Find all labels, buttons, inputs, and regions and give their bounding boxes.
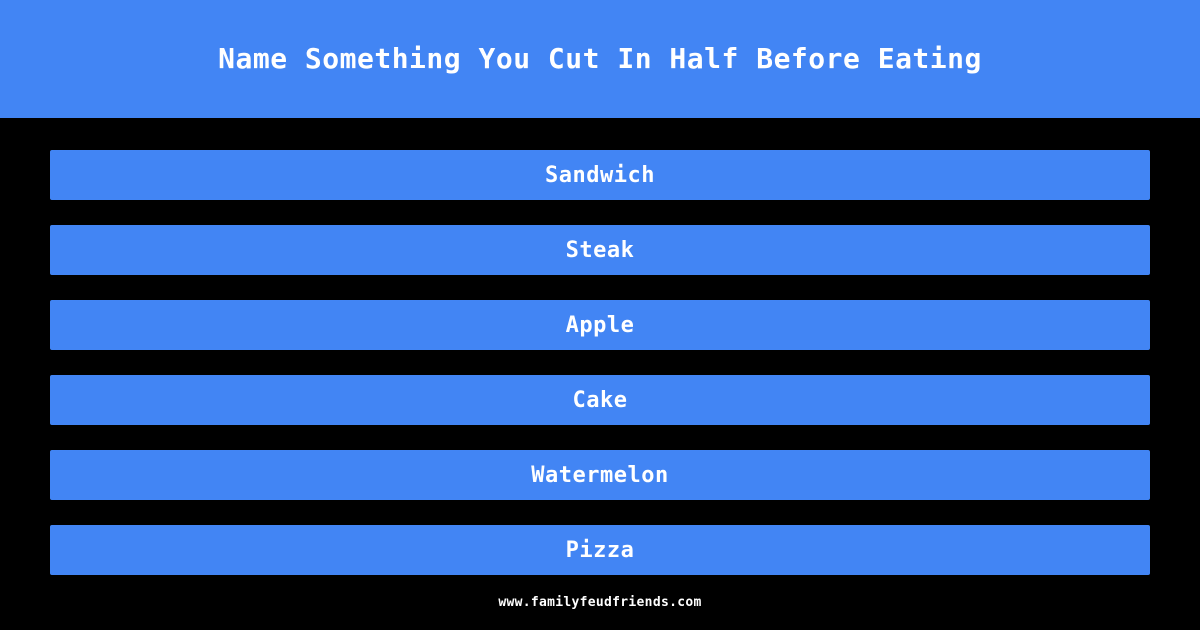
answer-row[interactable]: Steak <box>50 225 1150 275</box>
answer-label: Sandwich <box>545 162 655 188</box>
answer-row[interactable]: Pizza <box>50 525 1150 575</box>
answer-row[interactable]: Watermelon <box>50 450 1150 500</box>
answer-list: Sandwich Steak Apple Cake Watermelon Piz… <box>0 118 1200 575</box>
site-footer: www.familyfeudfriends.com <box>0 575 1200 630</box>
site-url[interactable]: www.familyfeudfriends.com <box>498 595 701 610</box>
answer-label: Cake <box>572 387 628 413</box>
answer-label: Pizza <box>565 537 635 563</box>
answer-row[interactable]: Cake <box>50 375 1150 425</box>
answer-row[interactable]: Sandwich <box>50 150 1150 200</box>
survey-answer-card: Name Something You Cut In Half Before Ea… <box>0 0 1200 630</box>
answer-row[interactable]: Apple <box>50 300 1150 350</box>
page-title: Name Something You Cut In Half Before Ea… <box>218 41 982 75</box>
answer-label: Watermelon <box>531 462 669 488</box>
answer-label: Apple <box>565 312 635 338</box>
question-header: Name Something You Cut In Half Before Ea… <box>0 0 1200 118</box>
answer-label: Steak <box>565 237 635 263</box>
